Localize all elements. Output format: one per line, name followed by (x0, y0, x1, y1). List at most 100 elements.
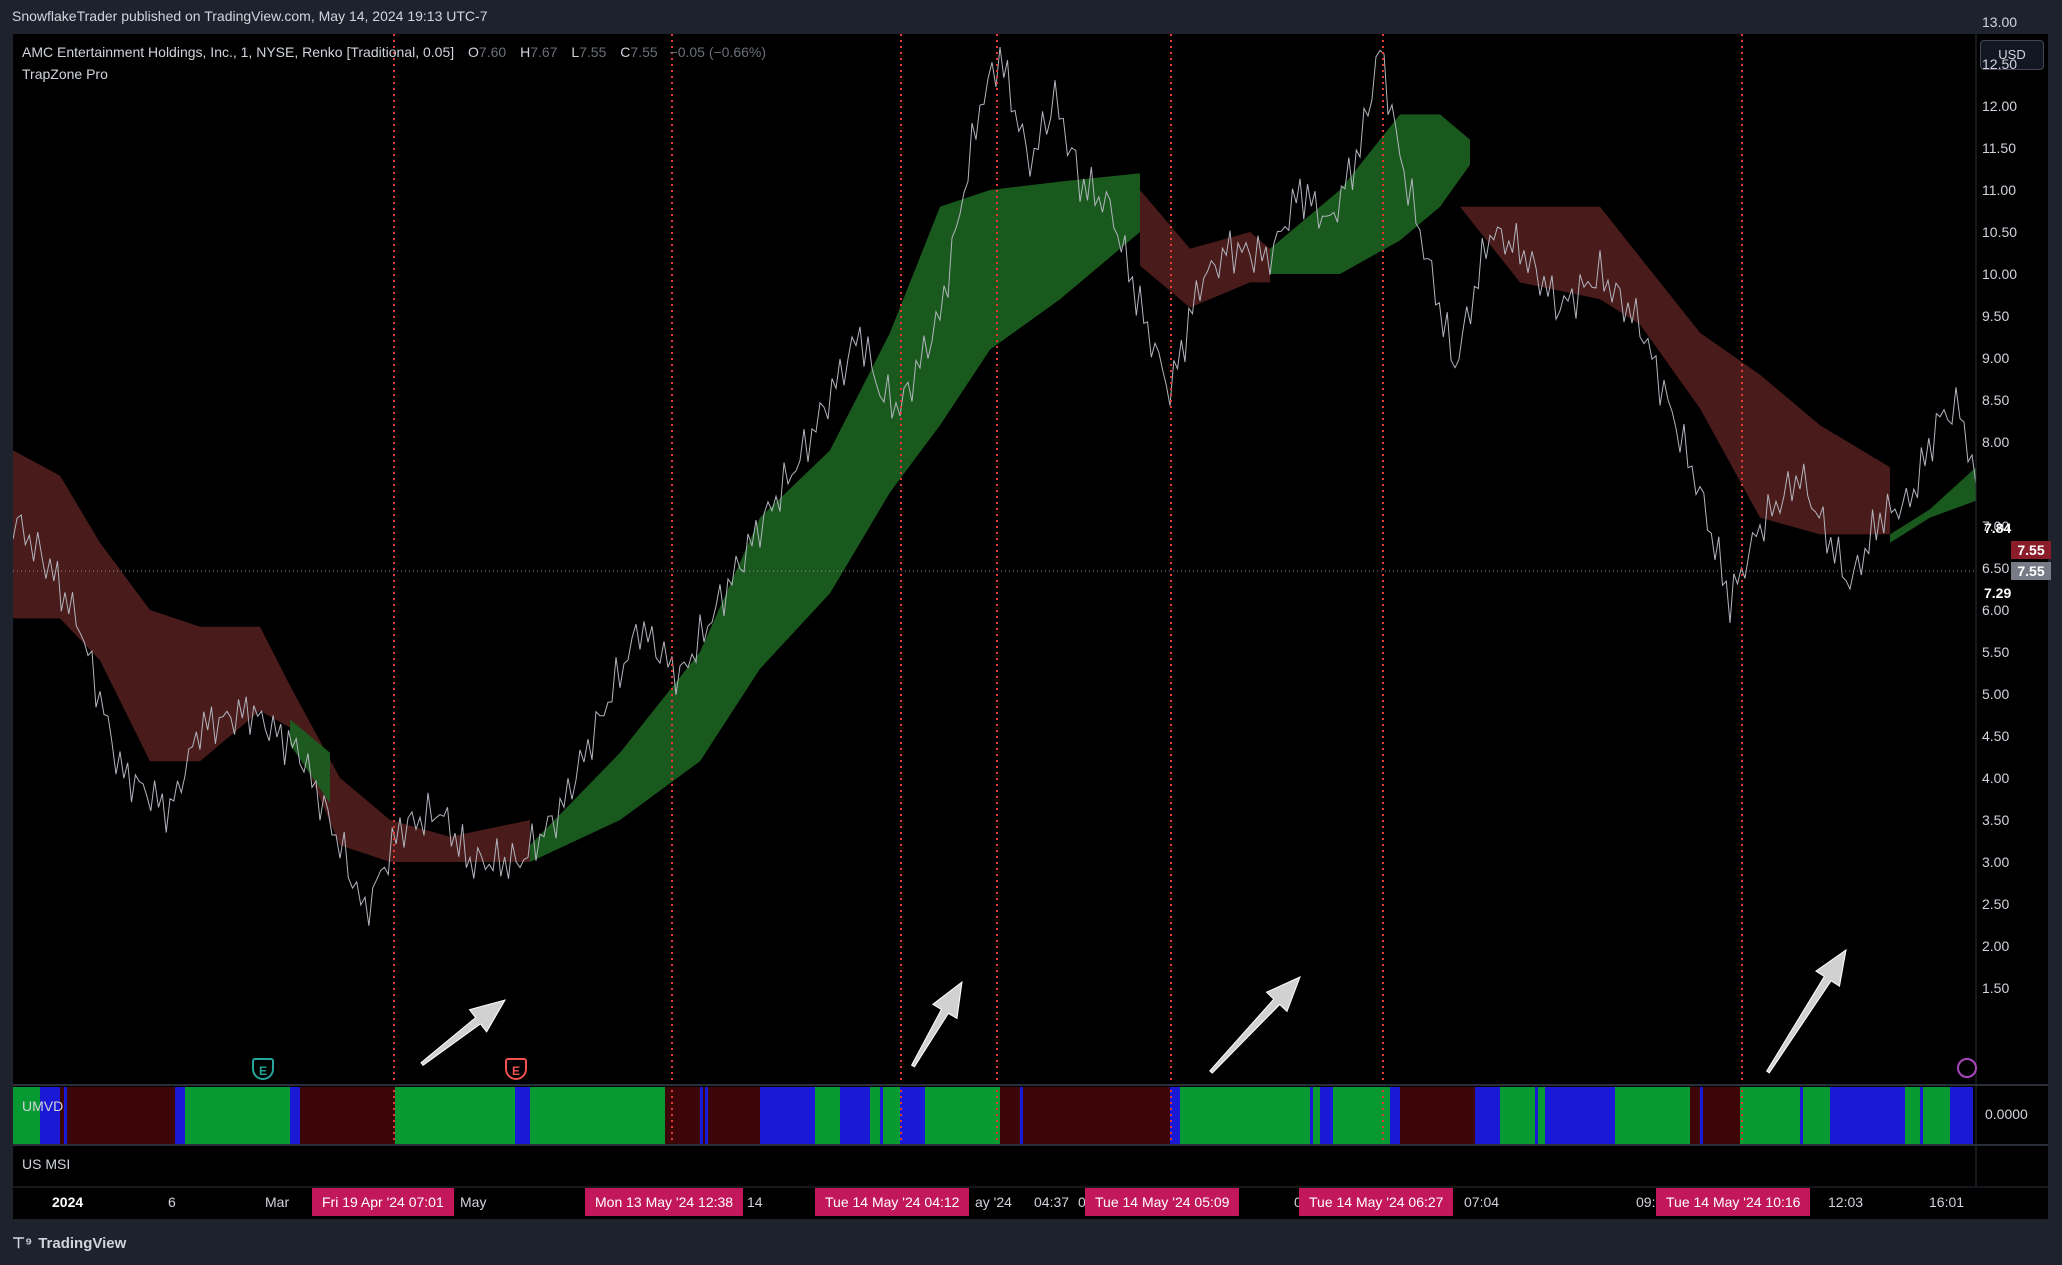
close-label: C (620, 44, 631, 60)
umvd-spike (1590, 1087, 1593, 1144)
high-value: 7.67 (530, 44, 558, 60)
price-label: 7.29 (1984, 585, 2012, 601)
symbol-title[interactable]: AMC Entertainment Holdings, Inc., 1, NYS… (22, 44, 454, 60)
umvd-spike (1840, 1087, 1843, 1144)
time-tick: 6 (168, 1194, 176, 1210)
us-msi-label[interactable]: US MSI (22, 1156, 70, 1172)
umvd-segment (530, 1087, 560, 1144)
low-value: 7.55 (579, 44, 607, 60)
umvd-segment (900, 1087, 925, 1144)
price-tick: 9.50 (1982, 308, 2010, 324)
umvd-spike (1310, 1087, 1313, 1144)
umvd-segment (925, 1087, 1000, 1144)
umvd-segment (1000, 1087, 1170, 1144)
umvd-segment (395, 1087, 515, 1144)
umvd-spike (700, 1087, 703, 1144)
umvd-spike (178, 1087, 181, 1144)
price-tick: 6.00 (1982, 602, 2010, 618)
time-tick: 07:04 (1464, 1194, 1500, 1210)
umvd-spike (880, 1087, 883, 1144)
umvd-segment (60, 1087, 175, 1144)
price-tick: 12.00 (1982, 98, 2018, 114)
price-tick: 8.00 (1982, 434, 2010, 450)
umvd-segment (300, 1087, 395, 1144)
annotation-arrow[interactable] (1766, 948, 1847, 1074)
umvd-label[interactable]: UMVD (22, 1098, 63, 1114)
umvd-spike (1920, 1087, 1923, 1144)
price-tick: 6.50 (1982, 560, 2010, 576)
open-label: O (468, 44, 479, 60)
umvd-segment (1740, 1087, 1830, 1144)
time-tick: 16:01 (1929, 1194, 1965, 1210)
umvd-segment (1400, 1087, 1475, 1144)
dividend-event-icon[interactable] (1957, 1058, 1977, 1078)
price-tick: 10.00 (1982, 266, 2018, 282)
umvd-segment (1905, 1087, 1950, 1144)
last-price-badge: 7.55 (2011, 541, 2051, 559)
umvd-segment (560, 1087, 665, 1144)
price-tick: 8.50 (1982, 392, 2010, 408)
price-line (13, 47, 1976, 926)
earnings-event-icon[interactable]: E (505, 1058, 527, 1080)
time-tick: May (460, 1194, 487, 1210)
umvd-spike (1855, 1087, 1858, 1144)
umvd-spike (1020, 1087, 1023, 1144)
close-value: 7.55 (630, 44, 658, 60)
umvd-segment (1330, 1087, 1390, 1144)
bull-zone (1890, 467, 1976, 543)
annotation-arrows (420, 948, 1847, 1074)
price-tick: 3.00 (1982, 854, 2010, 870)
umvd-spike (705, 1087, 708, 1144)
umvd-segment (760, 1087, 815, 1144)
umvd-value: 0.0000 (1985, 1106, 2028, 1122)
umvd-segment (1320, 1087, 1330, 1144)
time-highlight-tag: Tue 14 May '24 05:09 (1085, 1188, 1240, 1216)
change-value: −0.05 (−0.66%) (669, 44, 767, 60)
indicator-legend[interactable]: TrapZone Pro (22, 66, 108, 82)
price-tick: 10.50 (1982, 224, 2018, 240)
annotation-arrow[interactable] (1209, 976, 1301, 1074)
time-highlight-tag: Tue 14 May '24 06:27 (1299, 1188, 1454, 1216)
annotation-arrow[interactable] (420, 999, 507, 1066)
annotation-arrow[interactable] (910, 980, 963, 1068)
umvd-segment (665, 1087, 760, 1144)
umvd-spike (1600, 1087, 1603, 1144)
chart-canvas[interactable] (0, 0, 2062, 1265)
price-tick: 2.00 (1982, 938, 2010, 954)
umvd-segment (1690, 1087, 1740, 1144)
time-highlight-tag: Mon 13 May '24 12:38 (585, 1188, 744, 1216)
umvd-segment (840, 1087, 870, 1144)
time-tick: 12:03 (1828, 1194, 1864, 1210)
tradingview-logo[interactable]: ⊤⁹ TradingView (12, 1234, 126, 1252)
tradingview-logo-icon: ⊤⁹ (12, 1235, 33, 1252)
umvd-segment (1615, 1087, 1690, 1144)
price-tick: 12.50 (1982, 56, 2018, 72)
price-tick: 1.50 (1982, 980, 2010, 996)
price-label: 7.84 (1984, 520, 2012, 536)
price-tick: 5.50 (1982, 644, 2010, 660)
umvd-segment (1180, 1087, 1320, 1144)
umvd-segment (815, 1087, 840, 1144)
umvd-spike (1488, 1087, 1491, 1144)
bull-zone (530, 173, 1140, 862)
earnings-event-icon[interactable]: E (252, 1058, 274, 1080)
bear-zone (1140, 190, 1270, 308)
price-tick: 4.50 (1982, 728, 2010, 744)
bear-zone (13, 450, 530, 862)
umvd-segment (1950, 1087, 1973, 1144)
umvd-segment (40, 1087, 60, 1144)
time-highlight-tag: Tue 14 May '24 04:12 (815, 1188, 970, 1216)
umvd-histogram (13, 1087, 1973, 1144)
high-label: H (520, 44, 531, 60)
time-tick: 04:37 (1034, 1194, 1070, 1210)
umvd-segment (1500, 1087, 1545, 1144)
trap-zones (13, 114, 1976, 862)
time-tick: 14 (747, 1194, 763, 1210)
umvd-segment (13, 1087, 40, 1144)
tradingview-chart-window: SnowflakeTrader published on TradingView… (0, 0, 2062, 1265)
time-tick: ay '24 (975, 1194, 1012, 1210)
price-tick: 5.00 (1982, 686, 2010, 702)
symbol-legend: AMC Entertainment Holdings, Inc., 1, NYS… (22, 44, 766, 60)
bull-zone (1270, 114, 1470, 275)
open-value: 7.60 (478, 44, 507, 60)
